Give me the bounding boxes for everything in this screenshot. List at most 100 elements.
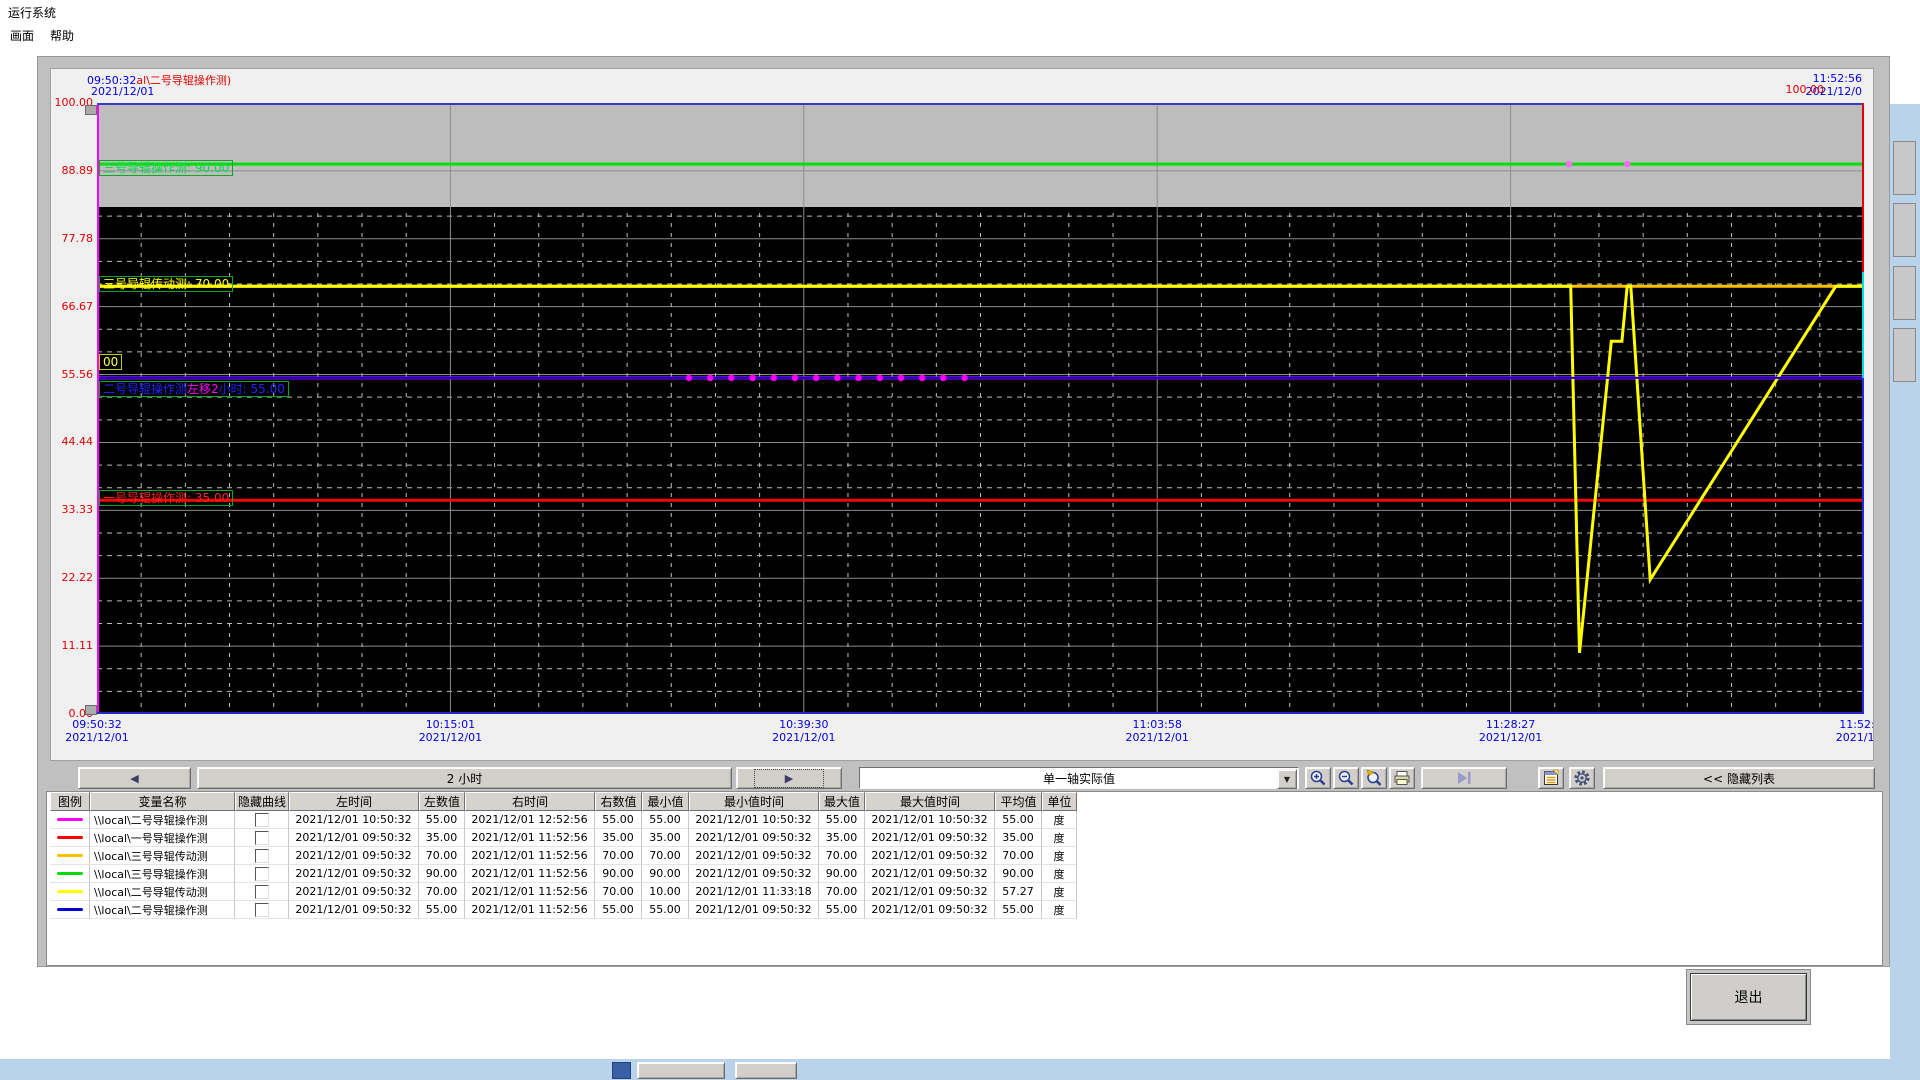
- chart-panel: 09:50:32al\二号导辊操作测) 2021/12/01 11:52:56 …: [50, 68, 1874, 761]
- hide-list-button[interactable]: << 隐藏列表: [1603, 767, 1875, 789]
- table-cell: 度: [1042, 847, 1077, 865]
- y-axis-label: 77.78: [51, 232, 93, 245]
- data-point-marker: [749, 375, 755, 381]
- header-min[interactable]: 最小值: [642, 792, 689, 811]
- edge-button[interactable]: [1893, 141, 1916, 195]
- header-avg[interactable]: 平均值: [995, 792, 1042, 811]
- table-cell: \\local\三号导辊传动测: [90, 847, 235, 865]
- zoom-out-button[interactable]: [1333, 767, 1359, 789]
- table-cell: 2021/12/01 11:52:56: [465, 865, 595, 883]
- taskbar-app-icon[interactable]: [612, 1062, 631, 1079]
- edge-button[interactable]: [1893, 266, 1916, 320]
- right-edge-strip: [1890, 104, 1920, 1059]
- trend-curves-canvas: [97, 103, 1864, 714]
- print-button[interactable]: [1389, 767, 1415, 789]
- curve-list-button[interactable]: [1538, 767, 1564, 789]
- hide-curve-checkbox[interactable]: [255, 831, 269, 845]
- hide-curve-checkbox[interactable]: [255, 813, 269, 827]
- trend-curve: [97, 286, 1864, 653]
- table-cell: 35.00: [819, 829, 865, 847]
- curve-value-label: 三号导辊操作测: 90.00: [99, 160, 233, 176]
- zoom-reset-button[interactable]: [1361, 767, 1387, 789]
- table-cell: 度: [1042, 901, 1077, 919]
- curve-value-label-text: 小时: 55.00: [219, 382, 285, 396]
- table-cell: 70.00: [419, 847, 465, 865]
- taskbar-window-button[interactable]: [735, 1062, 797, 1079]
- edge-button[interactable]: [1893, 328, 1916, 382]
- legend-table-row[interactable]: \\local\一号导辊操作测2021/12/01 09:50:3235.002…: [50, 829, 1077, 847]
- table-cell: 90.00: [595, 865, 642, 883]
- legend-table-row[interactable]: \\local\三号导辊传动测2021/12/01 09:50:3270.002…: [50, 847, 1077, 865]
- exit-button[interactable]: 退出: [1690, 973, 1807, 1021]
- table-cell: 55.00: [995, 811, 1042, 829]
- table-cell: 10.00: [642, 883, 689, 901]
- hide-curve-cell: [235, 811, 289, 829]
- curve-value-label: 二号导辊操作测左移2小时: 55.00: [99, 381, 289, 397]
- table-cell: 90.00: [995, 865, 1042, 883]
- edge-button[interactable]: [1893, 203, 1916, 257]
- plot-border-bottom: [97, 712, 1864, 714]
- table-cell: 2021/12/01 11:52:56: [465, 883, 595, 901]
- legend-cell: [50, 829, 90, 847]
- table-cell: 35.00: [995, 829, 1042, 847]
- data-point-marker: [940, 375, 946, 381]
- menu-bar: 画面 帮助: [0, 22, 1920, 46]
- header-hide-curve[interactable]: 隐藏曲线: [235, 792, 289, 811]
- right-arrow-icon: ▶: [785, 772, 793, 785]
- header-max-time[interactable]: 最大值时间: [865, 792, 995, 811]
- data-point-marker: [771, 375, 777, 381]
- header-var-name[interactable]: 变量名称: [90, 792, 235, 811]
- table-cell: 35.00: [642, 829, 689, 847]
- play-step-button[interactable]: [1421, 767, 1507, 789]
- hide-curve-checkbox[interactable]: [255, 867, 269, 881]
- trend-window: 09:50:32al\二号导辊操作测) 2021/12/01 11:52:56 …: [37, 56, 1890, 967]
- taskbar-window-button[interactable]: [637, 1062, 725, 1079]
- hide-curve-checkbox[interactable]: [255, 885, 269, 899]
- header-min-time[interactable]: 最小值时间: [689, 792, 819, 811]
- scroll-right-button[interactable]: ▶: [736, 767, 842, 789]
- legend-color-swatch: [57, 872, 83, 875]
- header-max[interactable]: 最大值: [819, 792, 865, 811]
- axis-drag-handle-top[interactable]: [85, 105, 97, 115]
- time-span-display[interactable]: 2 小时: [197, 767, 732, 789]
- axis-mode-dropdown[interactable]: 单一轴实际值 ▼: [859, 767, 1299, 789]
- table-cell: 度: [1042, 883, 1077, 901]
- legend-color-swatch: [57, 854, 83, 857]
- hide-curve-cell: [235, 865, 289, 883]
- table-cell: 70.00: [595, 883, 642, 901]
- right-axis-max: 100.00: [1744, 83, 1824, 96]
- table-cell: 2021/12/01 09:50:32: [689, 829, 819, 847]
- zoom-out-icon: [1337, 769, 1355, 787]
- header-left-time[interactable]: 左时间: [289, 792, 419, 811]
- dropdown-arrow-icon[interactable]: ▼: [1277, 769, 1297, 789]
- table-cell: 2021/12/01 09:50:32: [689, 901, 819, 919]
- menu-item-help[interactable]: 帮助: [46, 26, 78, 45]
- table-cell: 57.27: [995, 883, 1042, 901]
- table-cell: \\local\一号导辊操作测: [90, 829, 235, 847]
- settings-button[interactable]: [1569, 767, 1595, 789]
- table-cell: 55.00: [995, 901, 1042, 919]
- hide-curve-checkbox[interactable]: [255, 903, 269, 917]
- scroll-left-button[interactable]: ◀: [78, 767, 191, 789]
- legend-table-row[interactable]: \\local\三号导辊操作测2021/12/01 09:50:3290.002…: [50, 865, 1077, 883]
- trend-plot[interactable]: 三号导辊操作测: 90.00三号导辊传动测: 70.0000二号导辊操作测左移2…: [97, 103, 1864, 714]
- table-cell: 90.00: [419, 865, 465, 883]
- header-legend[interactable]: 图例: [50, 792, 90, 811]
- header-unit[interactable]: 单位: [1042, 792, 1077, 811]
- table-cell: 70.00: [419, 883, 465, 901]
- legend-table-row[interactable]: \\local\二号导辊操作测2021/12/01 09:50:3255.002…: [50, 901, 1077, 919]
- zoom-in-icon: [1309, 769, 1327, 787]
- data-point-marker: [1566, 161, 1572, 167]
- header-left-value[interactable]: 左数值: [419, 792, 465, 811]
- hide-curve-checkbox[interactable]: [255, 849, 269, 863]
- legend-table-row[interactable]: \\local\二号导辊操作测2021/12/01 10:50:3255.002…: [50, 811, 1077, 829]
- header-right-time[interactable]: 右时间: [465, 792, 595, 811]
- zoom-in-button[interactable]: [1305, 767, 1331, 789]
- legend-table-row[interactable]: \\local\二号导辊传动测2021/12/01 09:50:3270.002…: [50, 883, 1077, 901]
- table-cell: 55.00: [642, 811, 689, 829]
- play-step-icon: [1454, 771, 1474, 785]
- header-right-value[interactable]: 右数值: [595, 792, 642, 811]
- axis-drag-handle-bottom[interactable]: [85, 705, 97, 715]
- table-cell: 70.00: [819, 883, 865, 901]
- menu-item-screen[interactable]: 画面: [6, 26, 38, 45]
